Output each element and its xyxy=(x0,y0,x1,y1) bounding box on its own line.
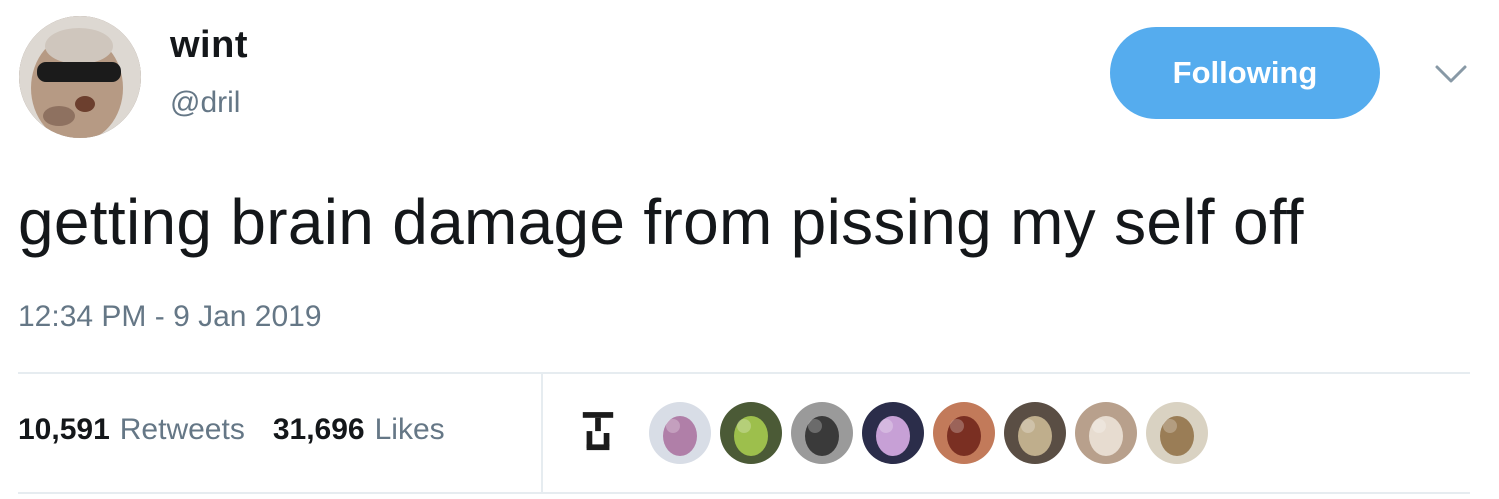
retweets-count: 10,591 xyxy=(18,413,110,446)
following-button[interactable]: Following xyxy=(1110,27,1380,119)
liker-avatars xyxy=(570,398,1208,468)
likes-stat[interactable]: 31,696 Likes xyxy=(273,413,445,447)
liker-avatar-6[interactable] xyxy=(1004,402,1066,464)
stats-divider-top xyxy=(18,372,1470,374)
retweets-stat[interactable]: 10,591 Retweets xyxy=(18,413,245,447)
liker-avatar-7[interactable] xyxy=(1075,402,1137,464)
likes-count: 31,696 xyxy=(272,413,365,446)
liker-avatar-2[interactable] xyxy=(720,402,782,464)
liker-avatar-1[interactable] xyxy=(649,402,711,464)
liker-avatar-3[interactable] xyxy=(791,402,853,464)
tweet-text: getting brain damage from pissing my sel… xyxy=(18,186,1304,258)
author-handle[interactable]: @dril xyxy=(170,86,240,120)
stats-divider-vertical xyxy=(541,374,543,492)
liker-avatar-5[interactable] xyxy=(933,402,995,464)
liker-avatar-8[interactable] xyxy=(1146,402,1208,464)
tweet-stats: 10,591 Retweets 31,696 Likes xyxy=(18,413,445,447)
tweet-timestamp[interactable]: 12:34 PM - 9 Jan 2019 xyxy=(18,300,322,334)
likes-label: Likes xyxy=(374,413,445,446)
retweets-label: Retweets xyxy=(119,413,245,446)
chevron-down-icon[interactable] xyxy=(1433,62,1469,86)
stats-divider-bottom xyxy=(18,492,1470,494)
liker-badge-icon xyxy=(570,405,626,461)
author-name[interactable]: wint xyxy=(170,24,248,67)
author-avatar[interactable] xyxy=(19,16,141,138)
liker-avatar-4[interactable] xyxy=(862,402,924,464)
tweet-card: wint @dril Following getting brain damag… xyxy=(0,0,1499,499)
